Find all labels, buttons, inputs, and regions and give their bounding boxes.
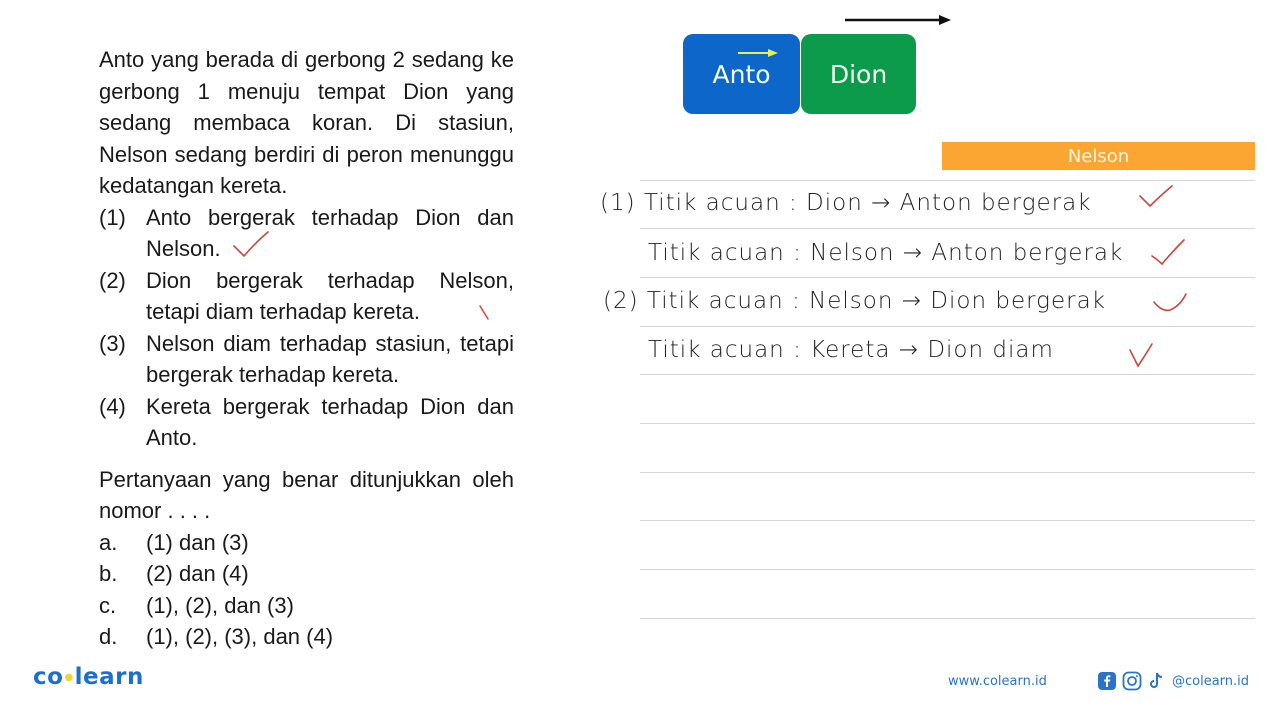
handwritten-line-4: Titik acuan : Kereta → Dion diam: [648, 337, 1054, 363]
ruled-line: [640, 180, 1255, 181]
instagram-icon[interactable]: [1122, 671, 1142, 691]
option-c[interactable]: c. (1), (2), dan (3): [99, 590, 514, 622]
ruled-line: [640, 423, 1255, 424]
statement-3: (3) Nelson diam terhadap stasiun, tetapi…: [99, 328, 514, 391]
statement-number: (4): [99, 393, 126, 419]
ruled-line: [640, 618, 1255, 619]
option-text: (1), (2), dan (3): [146, 592, 294, 618]
logo-text-right: learn: [74, 664, 144, 690]
option-letter: b.: [99, 561, 118, 586]
train-car-anto: Anto: [683, 34, 800, 114]
option-a[interactable]: a. (1) dan (3): [99, 527, 514, 559]
question-intro: Anto yang berada di gerbong 2 sedang ke …: [99, 47, 514, 198]
website-link[interactable]: www.colearn.id: [948, 674, 1047, 689]
social-handle[interactable]: @colearn.id: [1172, 674, 1249, 689]
option-b[interactable]: b. (2) dan (4): [99, 558, 514, 590]
statement-4: (4) Kereta bergerak terhadap Dion dan An…: [99, 391, 514, 454]
check-mark-icon: [1129, 343, 1153, 368]
ruled-line: [640, 326, 1255, 327]
statement-text: Nelson diam terhadap stasiun, tetapi ber…: [146, 330, 514, 388]
statement-text: Dion bergerak terhadap Nelson, tetapi di…: [146, 267, 514, 325]
ruled-line: [640, 374, 1255, 375]
facebook-icon[interactable]: [1098, 672, 1116, 690]
option-letter: a.: [99, 529, 118, 555]
statement-number: (2): [99, 267, 126, 293]
option-letter: c.: [99, 592, 117, 618]
option-text: (1), (2), (3), dan (4): [146, 624, 334, 649]
ruled-line: [640, 569, 1255, 570]
handwritten-line-2: Titik acuan : Nelson → Anton bergerak: [648, 240, 1124, 266]
logo-dot-icon: ●: [64, 672, 74, 683]
check-mark-icon: [1153, 293, 1187, 312]
check-mark-icon: [233, 231, 269, 258]
ruled-line: [640, 277, 1255, 278]
statement-text: Anto bergerak terhadap Dion dan Nelson.: [146, 204, 514, 262]
option-text: (2) dan (4): [146, 561, 249, 586]
check-mark-icon: [1151, 239, 1185, 266]
statement-2: (2) Dion bergerak terhadap Nelson, tetap…: [99, 265, 514, 328]
platform-nelson: Nelson: [942, 142, 1255, 170]
option-d[interactable]: d. (1), (2), (3), dan (4): [99, 621, 514, 653]
colearn-logo[interactable]: co●learn: [33, 664, 144, 690]
question-prompt: Pertanyaan yang benar ditunjukkan oleh n…: [99, 466, 514, 524]
anto-direction-arrow-icon: [738, 49, 778, 57]
platform-label: Nelson: [1067, 145, 1130, 167]
option-text: (1) dan (3): [146, 529, 249, 555]
train-car-dion: Dion: [801, 34, 916, 114]
option-letter: d.: [99, 624, 118, 649]
question-block: Anto yang berada di gerbong 2 sedang ke …: [99, 44, 514, 653]
car-label: Anto: [712, 59, 771, 89]
train-direction-arrow-icon: [845, 15, 951, 25]
ruled-line: [640, 520, 1255, 521]
ruled-line: [640, 472, 1255, 473]
statement-1: (1) Anto bergerak terhadap Dion dan Nels…: [99, 202, 514, 265]
check-mark-icon: [1139, 185, 1173, 208]
handwritten-line-3: (2) Titik acuan : Nelson → Dion bergerak: [603, 288, 1106, 314]
statement-number: (3): [99, 330, 126, 356]
partial-mark-icon: [479, 305, 489, 320]
statement-text: Kereta bergerak terhadap Dion dan Anto.: [146, 393, 514, 451]
ruled-line: [640, 228, 1255, 229]
statement-number: (1): [99, 204, 126, 230]
handwritten-line-1: (1) Titik acuan : Dion → Anton bergerak: [600, 190, 1092, 216]
car-label: Dion: [829, 59, 888, 89]
tiktok-icon[interactable]: [1148, 672, 1164, 690]
social-links: @colearn.id: [1098, 671, 1249, 691]
logo-text-left: co: [33, 664, 64, 690]
